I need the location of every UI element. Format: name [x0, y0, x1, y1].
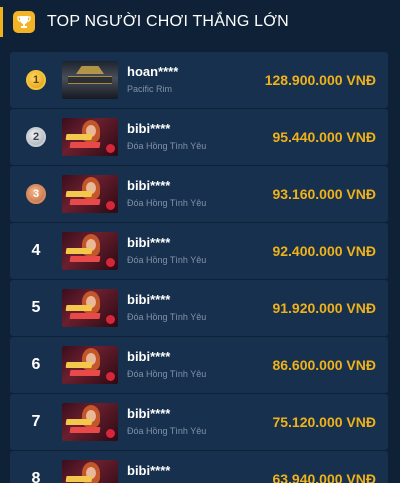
- game-name[interactable]: Đóa Hồng Tình Yêu: [127, 198, 257, 209]
- winner-row[interactable]: 6 bibi**** Đóa Hồng Tình Yêu 86.600.000 VNĐ: [10, 337, 388, 393]
- username: bibi****: [127, 292, 171, 307]
- win-amount: 95.440.000 VNĐ: [272, 129, 376, 145]
- game-thumbnail[interactable]: [62, 403, 118, 441]
- trophy-icon: [13, 11, 35, 33]
- header-accent-bar: [0, 7, 3, 37]
- winner-info: bibi****Đóa Hồng Tình Yêu: [127, 451, 257, 483]
- game-thumbnail[interactable]: [62, 61, 118, 99]
- rank-cell: 2: [10, 127, 62, 147]
- winner-info: bibi**** Đóa Hồng Tình Yêu: [127, 166, 257, 209]
- winner-info: bibi**** Đóa Hồng Tình Yêu: [127, 394, 257, 437]
- winner-info: bibi**** Đóa Hồng Tình Yêu: [127, 337, 257, 380]
- win-amount: 63.940.000 VNĐ: [272, 471, 376, 483]
- game-thumbnail[interactable]: [62, 175, 118, 213]
- silver-medal-icon: 2: [26, 127, 46, 147]
- win-amount: 86.600.000 VNĐ: [272, 357, 376, 373]
- username: bibi****: [127, 406, 171, 421]
- game-thumbnail[interactable]: [62, 289, 118, 327]
- game-name[interactable]: Đóa Hồng Tình Yêu: [127, 255, 257, 266]
- game-thumbnail[interactable]: [62, 460, 118, 483]
- rank-cell: 6: [10, 356, 62, 374]
- win-amount: 92.400.000 VNĐ: [272, 243, 376, 259]
- game-thumbnail[interactable]: [62, 232, 118, 270]
- rank-cell: 3: [10, 184, 62, 204]
- winner-info: bibi**** Đóa Hồng Tình Yêu: [127, 109, 257, 152]
- rank-cell: 4: [10, 242, 62, 260]
- winner-row[interactable]: 1 hoan**** Pacific Rim 128.900.000 VNĐ: [10, 52, 388, 108]
- username: bibi****: [127, 463, 171, 478]
- username: hoan****: [127, 64, 179, 79]
- username: bibi****: [127, 235, 171, 250]
- rank-number: 8: [31, 470, 41, 483]
- winner-row[interactable]: 5 bibi**** Đóa Hồng Tình Yêu 91.920.000 VNĐ: [10, 280, 388, 336]
- game-name[interactable]: Đóa Hồng Tình Yêu: [127, 426, 257, 437]
- win-amount: 75.120.000 VNĐ: [272, 414, 376, 430]
- game-name[interactable]: Đóa Hồng Tình Yêu: [127, 141, 257, 152]
- winner-row[interactable]: 8 bibi****Đóa Hồng Tình Yêu 63.940.000 VNĐ: [10, 451, 388, 483]
- gold-medal-icon: 1: [26, 70, 46, 90]
- rank-number: 4: [31, 242, 41, 259]
- winner-info: bibi**** Đóa Hồng Tình Yêu: [127, 223, 257, 266]
- game-thumbnail[interactable]: [62, 346, 118, 384]
- top-winners-panel: TOP NGƯỜI CHƠI THẮNG LỚN 1 hoan**** Pacifi…: [0, 0, 400, 483]
- page-title: TOP NGƯỜI CHƠI THẮNG LỚN: [47, 13, 289, 30]
- win-amount: 128.900.000 VNĐ: [264, 72, 376, 88]
- winner-row[interactable]: 4 bibi**** Đóa Hồng Tình Yêu 92.400.000 VNĐ: [10, 223, 388, 279]
- rank-cell: 8: [10, 470, 62, 483]
- username: bibi****: [127, 121, 171, 136]
- game-name[interactable]: Đóa Hồng Tình Yêu: [127, 312, 257, 323]
- win-amount: 93.160.000 VNĐ: [272, 186, 376, 202]
- game-name[interactable]: Đóa Hồng Tình Yêu: [127, 369, 257, 380]
- panel-header: TOP NGƯỜI CHƠI THẮNG LỚN: [13, 8, 289, 36]
- winner-info: bibi**** Đóa Hồng Tình Yêu: [127, 280, 257, 323]
- username: bibi****: [127, 349, 171, 364]
- rank-number: 7: [31, 413, 41, 430]
- rank-cell: 1: [10, 70, 62, 90]
- winner-row[interactable]: 2 bibi**** Đóa Hồng Tình Yêu 95.440.000 VNĐ: [10, 109, 388, 165]
- winner-row[interactable]: 7 bibi**** Đóa Hồng Tình Yêu 75.120.000 VNĐ: [10, 394, 388, 450]
- winner-row[interactable]: 3 bibi**** Đóa Hồng Tình Yêu 93.160.000 VNĐ: [10, 166, 388, 222]
- rank-number: 6: [31, 356, 41, 373]
- username: bibi****: [127, 178, 171, 193]
- winner-info: hoan**** Pacific Rim: [127, 52, 257, 95]
- game-thumbnail[interactable]: [62, 118, 118, 156]
- game-name[interactable]: Pacific Rim: [127, 84, 257, 95]
- rank-cell: 7: [10, 413, 62, 431]
- bronze-medal-icon: 3: [26, 184, 46, 204]
- rank-number: 5: [31, 299, 41, 316]
- rank-cell: 5: [10, 299, 62, 317]
- win-amount: 91.920.000 VNĐ: [272, 300, 376, 316]
